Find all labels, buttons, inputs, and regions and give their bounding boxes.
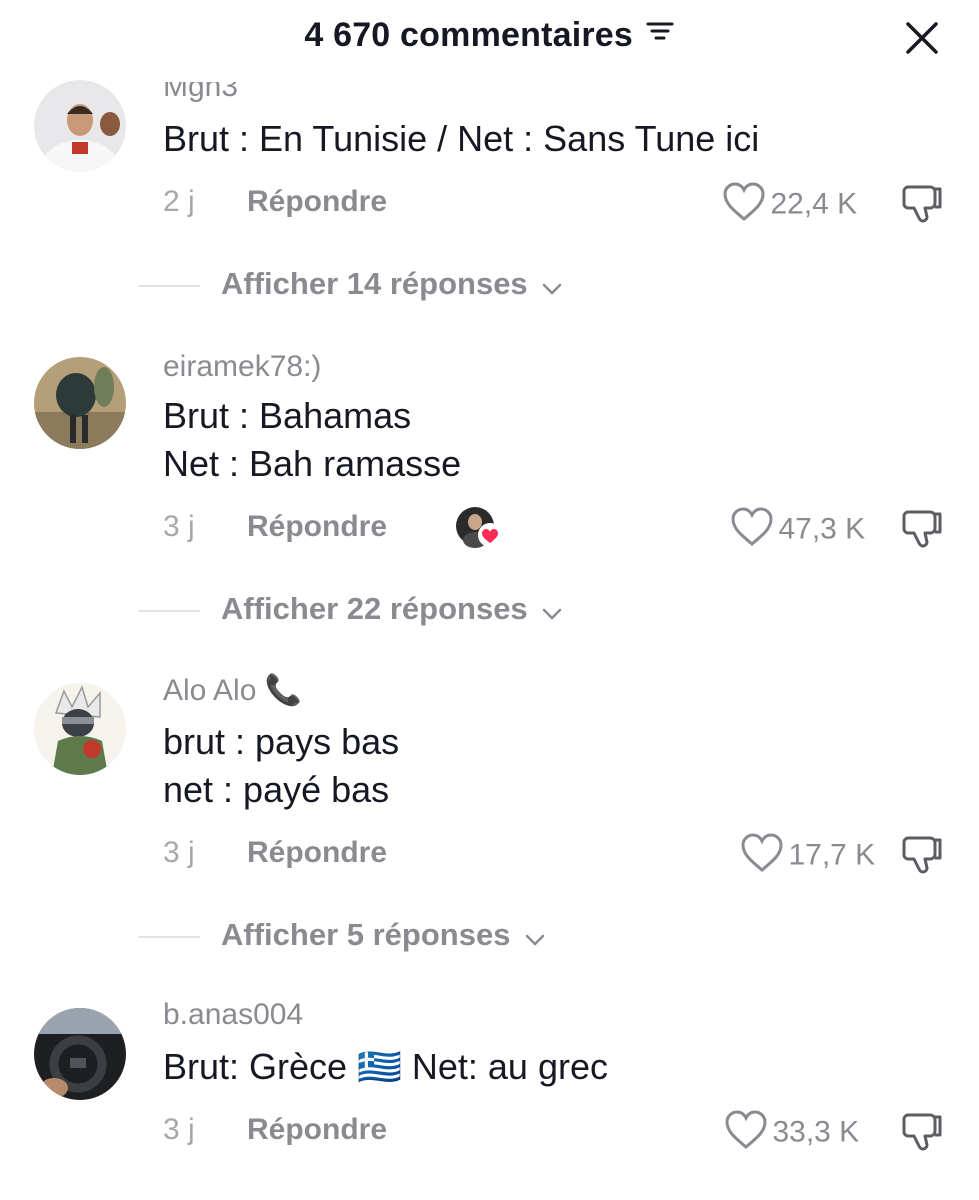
comment-text: Brut: Grèce 🇬🇷 Net: au grec bbox=[163, 1046, 608, 1087]
avatar[interactable] bbox=[34, 357, 126, 449]
comment-username[interactable]: Alo Alo 📞 bbox=[163, 673, 302, 708]
comment-text: Brut : En Tunisie / Net : Sans Tune ici bbox=[163, 118, 760, 159]
comment-text-line: net : payé bas bbox=[163, 769, 390, 810]
divider bbox=[138, 610, 200, 612]
like-count: 17,7 K bbox=[788, 838, 876, 872]
dislike-icon bbox=[902, 510, 942, 548]
like-count: 33,3 K bbox=[772, 1115, 860, 1149]
comments-header: 4 670 commentaires bbox=[0, 0, 979, 76]
dislike-button[interactable] bbox=[900, 832, 944, 881]
view-replies-label: Afficher 14 réponses bbox=[221, 266, 562, 304]
avatar[interactable] bbox=[34, 1008, 126, 1100]
reply-button[interactable]: Répondre bbox=[247, 1113, 387, 1147]
sort-icon[interactable] bbox=[645, 16, 675, 55]
comment-text-line: Net : Bah ramasse bbox=[163, 443, 462, 484]
dislike-icon bbox=[902, 836, 942, 874]
comment-text-line: Brut : Bahamas bbox=[163, 395, 412, 436]
comment-time: 2 j bbox=[163, 185, 195, 218]
avatar[interactable] bbox=[34, 683, 126, 775]
close-icon bbox=[906, 22, 938, 54]
close-button[interactable] bbox=[902, 18, 942, 58]
dislike-button[interactable] bbox=[900, 1109, 944, 1158]
creator-liked-badge bbox=[455, 506, 503, 550]
reply-button[interactable]: Répondre bbox=[247, 836, 387, 870]
dislike-icon bbox=[902, 185, 942, 223]
like-button[interactable]: 47,3 K bbox=[730, 506, 865, 550]
heart-icon bbox=[722, 181, 766, 228]
heart-icon bbox=[740, 832, 784, 879]
like-count: 22,4 K bbox=[770, 187, 858, 221]
comment-time: 3 j bbox=[163, 510, 195, 543]
comment-username[interactable]: eiramek78:) bbox=[163, 350, 321, 384]
like-button[interactable]: 22,4 K bbox=[722, 181, 857, 225]
avatar[interactable] bbox=[34, 80, 126, 172]
chevron-down-icon bbox=[525, 919, 545, 955]
comment-time: 3 j bbox=[163, 836, 195, 869]
reply-button[interactable]: Répondre bbox=[247, 510, 387, 544]
chevron-down-icon bbox=[542, 268, 562, 304]
heart-icon bbox=[730, 506, 774, 553]
like-button[interactable]: 17,7 K bbox=[740, 832, 875, 876]
comments-title: 4 670 commentaires bbox=[0, 14, 979, 55]
view-replies-label: Afficher 5 réponses bbox=[221, 917, 545, 955]
comment-count: 4 670 commentaires bbox=[304, 15, 634, 54]
dislike-button[interactable] bbox=[900, 506, 944, 555]
comment-username[interactable]: b.anas004 bbox=[163, 998, 303, 1032]
view-replies-button[interactable]: Afficher 14 réponses bbox=[0, 266, 979, 306]
divider bbox=[138, 936, 200, 938]
comment-text-line: brut : pays bas bbox=[163, 721, 400, 762]
reply-button[interactable]: Répondre bbox=[247, 185, 387, 219]
like-count: 47,3 K bbox=[778, 512, 866, 546]
dislike-icon bbox=[902, 1113, 942, 1151]
like-button[interactable]: 33,3 K bbox=[724, 1109, 859, 1153]
divider bbox=[138, 285, 200, 287]
view-replies-label: Afficher 22 réponses bbox=[221, 591, 562, 629]
view-replies-button[interactable]: Afficher 22 réponses bbox=[0, 591, 979, 631]
chevron-down-icon bbox=[542, 593, 562, 629]
dislike-button[interactable] bbox=[900, 181, 944, 230]
heart-icon bbox=[724, 1109, 768, 1156]
view-replies-button[interactable]: Afficher 5 réponses bbox=[0, 917, 979, 957]
comment-time: 3 j bbox=[163, 1113, 195, 1146]
